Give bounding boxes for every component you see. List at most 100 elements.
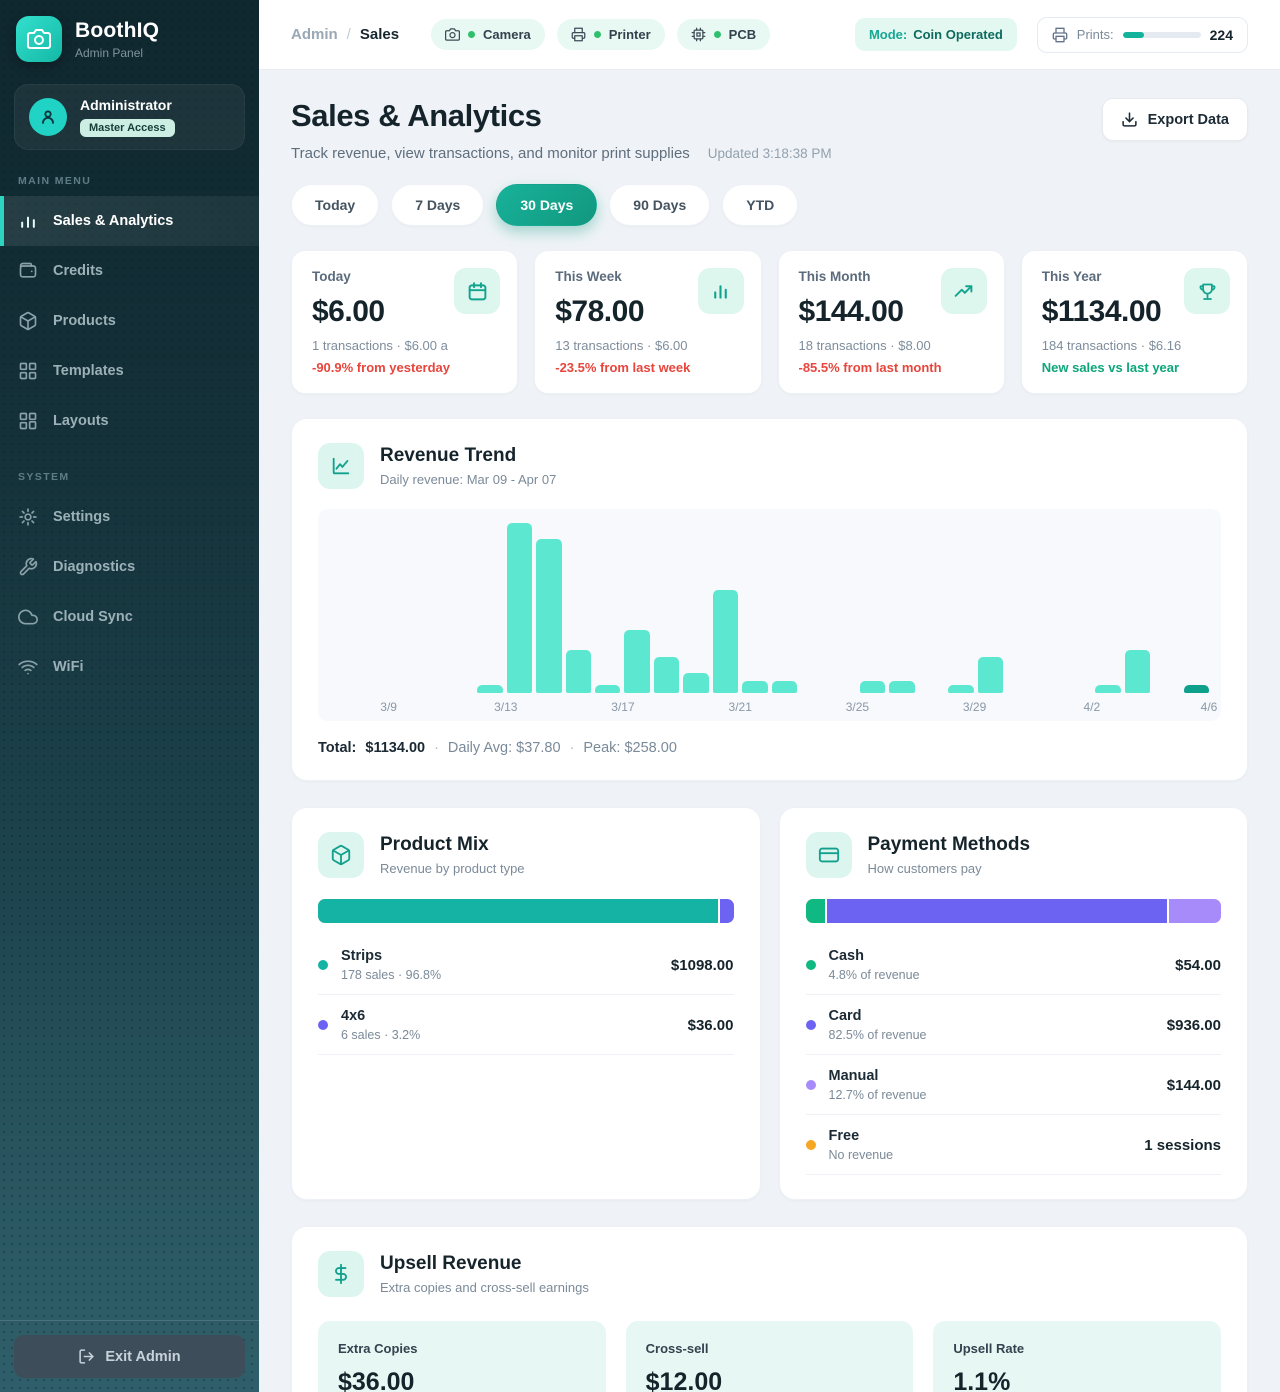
status-chip-label: PCB <box>729 27 756 42</box>
topbar: Admin / Sales Camera Printer PCB <box>259 0 1280 70</box>
row-name: Manual <box>829 1068 927 1084</box>
product-mix-list: Strips 178 sales · 96.8% $1098.00 4x6 6 … <box>318 935 734 1055</box>
sidebar-item-templates[interactable]: Templates <box>0 346 259 396</box>
product-mix-card: Product Mix Revenue by product type Stri… <box>291 807 761 1200</box>
list-item: Strips 178 sales · 96.8% $1098.00 <box>318 935 734 995</box>
revenue-bar <box>566 650 591 693</box>
bar-chart-icon <box>18 211 38 231</box>
row-amount: $1098.00 <box>671 957 734 974</box>
brand-subtitle: Admin Panel <box>75 46 159 60</box>
x-tick: 3/21 <box>729 700 752 714</box>
sidebar-item-diagnostics[interactable]: Diagnostics <box>0 542 259 592</box>
layout-grid-icon <box>18 411 38 431</box>
stat-delta: New sales vs last year <box>1042 360 1227 375</box>
revenue-bar <box>624 630 649 693</box>
card-subtitle: Daily revenue: Mar 09 - Apr 07 <box>380 472 556 487</box>
stat-meta: 1 transactions · $6.00 a <box>312 338 497 353</box>
x-tick: 3/29 <box>963 700 986 714</box>
tab-30-days[interactable]: 30 Days <box>496 184 597 226</box>
sidebar-item-wifi[interactable]: WiFi <box>0 642 259 692</box>
logout-icon <box>78 1348 95 1365</box>
gear-icon <box>18 507 38 527</box>
stat-delta: -90.9% from yesterday <box>312 360 497 375</box>
user-role-badge: Master Access <box>80 119 175 137</box>
sidebar-item-cloud-sync[interactable]: Cloud Sync <box>0 592 259 642</box>
row-name: Cash <box>829 948 920 964</box>
revenue-bar <box>948 685 973 693</box>
sidebar-item-label: Layouts <box>53 413 109 429</box>
page-title: Sales & Analytics <box>291 98 832 134</box>
row-amount: $144.00 <box>1167 1077 1221 1094</box>
line-chart-icon <box>318 443 364 489</box>
revenue-bar <box>536 539 561 693</box>
tab-today[interactable]: Today <box>291 184 379 226</box>
revenue-bar <box>772 681 797 693</box>
sidebar-item-label: Products <box>53 313 116 329</box>
status-dot <box>714 31 721 38</box>
cpu-chip-icon <box>691 27 706 42</box>
wifi-icon <box>18 657 38 677</box>
upsell-revenue-card: Upsell Revenue Extra copies and cross-se… <box>291 1226 1248 1392</box>
tab-ytd[interactable]: YTD <box>722 184 798 226</box>
row-name: Card <box>829 1008 927 1024</box>
sidebar-item-layouts[interactable]: Layouts <box>0 396 259 446</box>
sidebar-item-label: WiFi <box>53 659 83 675</box>
segment-cash <box>806 899 826 923</box>
stat-card-this-month: This Month $144.00 18 transactions · $8.… <box>778 250 1005 394</box>
sidebar-footer: Exit Admin <box>0 1320 259 1392</box>
dollar-icon <box>318 1251 364 1297</box>
mini-label: Upsell Rate <box>953 1341 1201 1356</box>
tab-7-days[interactable]: 7 Days <box>391 184 484 226</box>
sidebar-item-label: Sales & Analytics <box>53 213 173 229</box>
exit-admin-button[interactable]: Exit Admin <box>14 1335 245 1378</box>
revenue-bar <box>1095 685 1120 693</box>
x-tick: 3/25 <box>846 700 869 714</box>
sidebar-item-label: Credits <box>53 263 103 279</box>
legend-dot <box>806 960 816 970</box>
breadcrumb-current: Sales <box>360 26 399 43</box>
tab-90-days[interactable]: 90 Days <box>609 184 710 226</box>
revenue-bar <box>1184 685 1209 693</box>
status-chip-camera: Camera <box>431 19 545 50</box>
revenue-bar <box>507 523 532 693</box>
prints-value: 224 <box>1210 27 1233 43</box>
sidebar-item-settings[interactable]: Settings <box>0 492 259 542</box>
row-amount: $936.00 <box>1167 1017 1221 1034</box>
stat-card-this-week: This Week $78.00 13 transactions · $6.00… <box>534 250 761 394</box>
exit-admin-label: Exit Admin <box>105 1349 180 1365</box>
package-icon <box>318 832 364 878</box>
list-item: Cash 4.8% of revenue $54.00 <box>806 935 1222 995</box>
breadcrumb-separator: / <box>347 26 351 43</box>
revenue-bar <box>713 590 738 693</box>
x-tick: 4/6 <box>1201 700 1218 714</box>
sidebar-item-credits[interactable]: Credits <box>0 246 259 296</box>
card-title: Payment Methods <box>868 834 1031 856</box>
mode-label: Mode: <box>869 27 907 42</box>
sidebar-item-label: Templates <box>53 363 124 379</box>
export-data-button[interactable]: Export Data <box>1102 98 1248 141</box>
sidebar-item-products[interactable]: Products <box>0 296 259 346</box>
list-item: Card 82.5% of revenue $936.00 <box>806 995 1222 1055</box>
camera-icon <box>445 27 460 42</box>
legend-dot <box>806 1080 816 1090</box>
breadcrumb: Admin / Sales <box>291 26 399 43</box>
mini-value: 1.1% <box>953 1368 1201 1392</box>
segment-strips <box>318 899 718 923</box>
revenue-bar <box>742 681 767 693</box>
revenue-chart: 3/9 3/13 3/17 3/21 3/25 3/29 4/2 4/6 <box>318 509 1221 721</box>
sidebar-item-sales-analytics[interactable]: Sales & Analytics <box>0 196 259 246</box>
payment-methods-bar <box>806 899 1222 923</box>
wallet-icon <box>18 261 38 281</box>
revenue-bar <box>595 685 620 693</box>
avatar <box>29 98 67 136</box>
sidebar-item-label: Diagnostics <box>53 559 135 575</box>
brand-name: BoothIQ <box>75 19 159 43</box>
breadcrumb-root[interactable]: Admin <box>291 26 338 43</box>
legend-dot <box>318 1020 328 1030</box>
legend-dot <box>318 960 328 970</box>
status-chip-label: Camera <box>483 27 531 42</box>
daily-avg: Daily Avg: $37.80 <box>448 740 561 756</box>
row-amount: 1 sessions <box>1144 1137 1221 1154</box>
range-tabs: Today 7 Days 30 Days 90 Days YTD <box>291 184 1248 226</box>
segment-card <box>827 899 1167 923</box>
